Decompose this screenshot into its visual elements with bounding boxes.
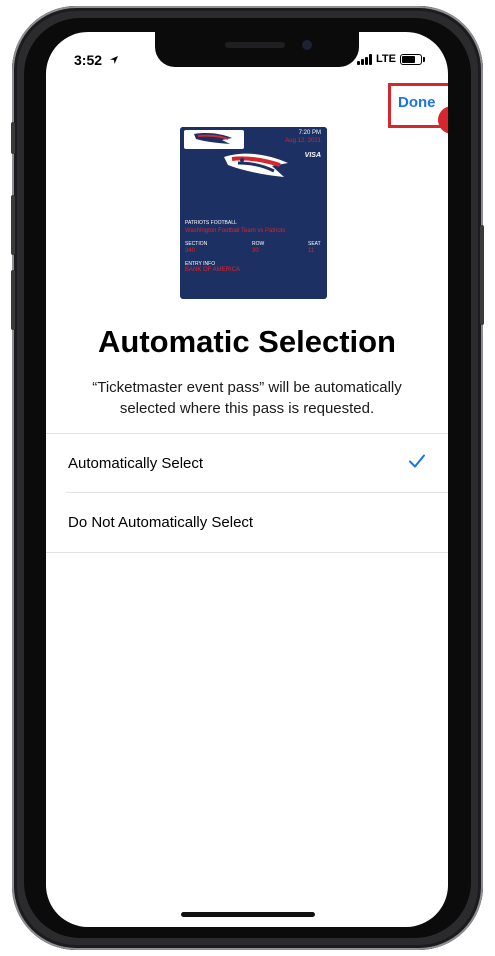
pass-section-label: SECTION: [185, 241, 208, 247]
volume-up-button: [11, 195, 15, 255]
pass-event-name: Washington Football Team vs Patriots: [185, 228, 286, 234]
location-arrow-icon: [109, 56, 118, 64]
signal-icon: [357, 53, 373, 65]
status-time: 3:52: [74, 52, 119, 68]
done-button[interactable]: Done: [398, 94, 436, 111]
pass-date: Aug 12, 2021: [285, 138, 321, 144]
home-indicator[interactable]: [181, 912, 315, 917]
phone-screen: 3:52 LTE Done 6 7:20 PM Aug 12, 2021 VIS…: [46, 32, 448, 927]
option-automatically-select[interactable]: Automatically Select: [46, 434, 448, 492]
list-divider-bottom: [46, 552, 448, 553]
pass-seat-value: 11: [308, 248, 315, 254]
pass-card-image: 7:20 PM Aug 12, 2021 VISA PATRIOTS FOOTB…: [180, 127, 327, 299]
notch: [155, 32, 359, 67]
option-label: Do Not Automatically Select: [68, 514, 254, 531]
option-do-not-automatically-select[interactable]: Do Not Automatically Select: [46, 493, 448, 551]
page-title: Automatic Selection: [98, 324, 396, 359]
visa-brand: VISA: [304, 152, 321, 159]
checkmark-icon: [409, 454, 425, 468]
option-label: Automatically Select: [68, 455, 204, 472]
pass-row-value: 30: [252, 248, 259, 254]
network-label: LTE: [376, 53, 396, 65]
patriots-logo-icon: [224, 153, 288, 177]
silent-switch: [11, 122, 15, 154]
pass-row-label: ROW: [252, 241, 265, 247]
page-description: “Ticketmaster event pass” will be automa…: [92, 379, 402, 417]
pass-section-value: 340: [185, 248, 196, 254]
pass-event-header: PATRIOTS FOOTBALL: [185, 220, 237, 226]
pass-entry-value: BANK OF AMERICA: [185, 267, 241, 273]
battery-icon: [400, 53, 425, 65]
volume-down-button: [11, 270, 15, 330]
pass-seat-label: SEAT: [308, 241, 321, 247]
pass-time: 7:20 PM: [298, 130, 321, 136]
power-button: [480, 225, 484, 325]
speaker: [225, 42, 285, 48]
status-indicators: LTE: [357, 53, 425, 65]
front-camera: [302, 40, 312, 50]
